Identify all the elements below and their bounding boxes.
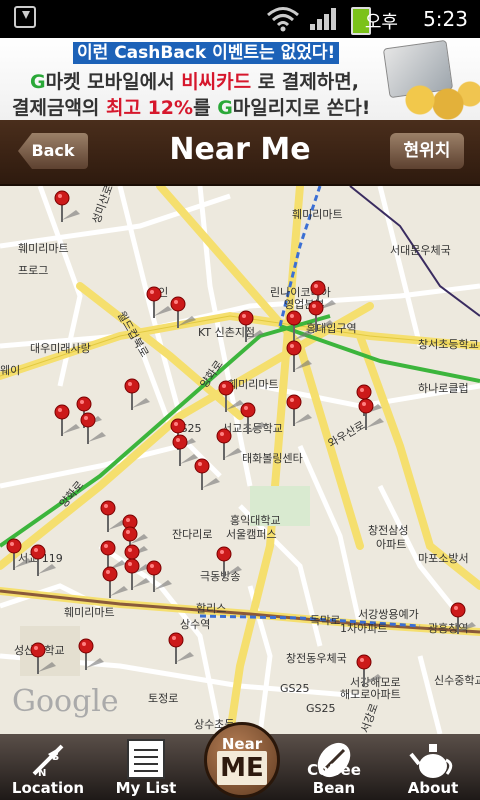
tab-about-label: About: [407, 779, 459, 797]
wifi-icon: [267, 7, 299, 32]
map-pin[interactable]: [194, 458, 220, 490]
download-icon: [14, 6, 36, 28]
map-pin[interactable]: [286, 394, 312, 426]
ad-line3-a: 결제금액의: [12, 97, 107, 119]
ad-card-name: 비씨카드: [181, 71, 252, 93]
status-bar: 오후 5:23: [0, 0, 480, 38]
page-title: Near Me: [169, 132, 311, 167]
map-pin[interactable]: [30, 642, 56, 674]
header-bar: Back Near Me 현위치: [0, 120, 480, 186]
map-pins: [6, 190, 476, 686]
map-pin[interactable]: [216, 546, 242, 578]
map-pin[interactable]: [146, 560, 172, 592]
list-icon: [127, 739, 165, 779]
map-pin[interactable]: [78, 638, 104, 670]
tab-about[interactable]: About: [386, 734, 480, 800]
map-pin[interactable]: [216, 428, 242, 460]
ad-g-logo-2: G: [217, 97, 233, 119]
ad-line3-c: 마일리지로 쏜다!: [232, 97, 371, 119]
signal-icon: [310, 8, 336, 30]
tab-my-list-label: My List: [115, 779, 177, 797]
teapot-icon: [409, 744, 453, 778]
map-pin[interactable]: [100, 500, 126, 532]
tab-location-label: Location: [11, 779, 85, 797]
map-pin[interactable]: [450, 602, 476, 634]
back-button[interactable]: Back: [18, 133, 88, 169]
map-pin[interactable]: [356, 654, 382, 686]
map-pin[interactable]: [358, 398, 384, 430]
map-pin[interactable]: [30, 544, 56, 576]
map-pin[interactable]: [80, 412, 106, 444]
map-pin[interactable]: [170, 296, 196, 328]
svg-text:S: S: [52, 752, 59, 763]
tab-coffee-bean[interactable]: Coffee Bean: [284, 734, 384, 800]
tab-my-list[interactable]: My List: [98, 734, 194, 800]
map-pin[interactable]: [6, 538, 32, 570]
google-watermark: Google: [12, 684, 119, 719]
ad-line3-b: 를: [193, 97, 218, 119]
near-me-bottom: ME: [217, 751, 267, 785]
map-pin[interactable]: [54, 404, 80, 436]
map-pin[interactable]: [124, 558, 150, 590]
ad-line2-a: 마켓 모바일에서: [45, 71, 182, 93]
ad-line2-b: 로 결제하면,: [251, 71, 359, 93]
map-pin[interactable]: [286, 310, 312, 342]
map-pin[interactable]: [238, 310, 264, 342]
map-pin[interactable]: [286, 340, 312, 372]
map-pin[interactable]: [102, 566, 128, 598]
map-view[interactable]: 훼미리마트 훼미리마트 서대문우체국 프로그 대우미래사랑 린나이코리아 영업본…: [0, 186, 480, 734]
compass-icon: N S: [32, 744, 64, 779]
map-pin[interactable]: [124, 378, 150, 410]
ad-line1: 이런 CashBack 이벤트는 없었다!: [73, 42, 340, 64]
map-pin[interactable]: [168, 632, 194, 664]
map-pin[interactable]: [100, 540, 126, 572]
ad-percent: 최고 12%: [106, 97, 194, 119]
current-location-button[interactable]: 현위치: [390, 133, 464, 169]
near-me-button[interactable]: Near ME: [204, 722, 280, 798]
map-pin[interactable]: [54, 190, 80, 222]
ad-line3: 결제금액의 최고 12%를 G마일리지로 쏜다!: [12, 93, 370, 120]
status-time: 5:23: [423, 7, 468, 31]
coins-image: [400, 80, 480, 120]
ad-line2: G마켓 모바일에서 비씨카드 로 결제하면,: [30, 67, 359, 94]
map-pin[interactable]: [218, 380, 244, 412]
svg-text:N: N: [38, 768, 46, 779]
tab-location[interactable]: N S Location: [0, 734, 96, 800]
ad-banner[interactable]: 이런 CashBack 이벤트는 없었다! G마켓 모바일에서 비씨카드 로 결…: [0, 38, 480, 120]
status-ampm: 오후: [364, 12, 398, 33]
map-pin[interactable]: [240, 402, 266, 434]
ad-g-logo: G: [30, 71, 46, 93]
map-pin[interactable]: [146, 286, 172, 318]
tab-coffee-bean-label: Coffee Bean: [307, 761, 361, 797]
map-pin[interactable]: [172, 434, 198, 466]
